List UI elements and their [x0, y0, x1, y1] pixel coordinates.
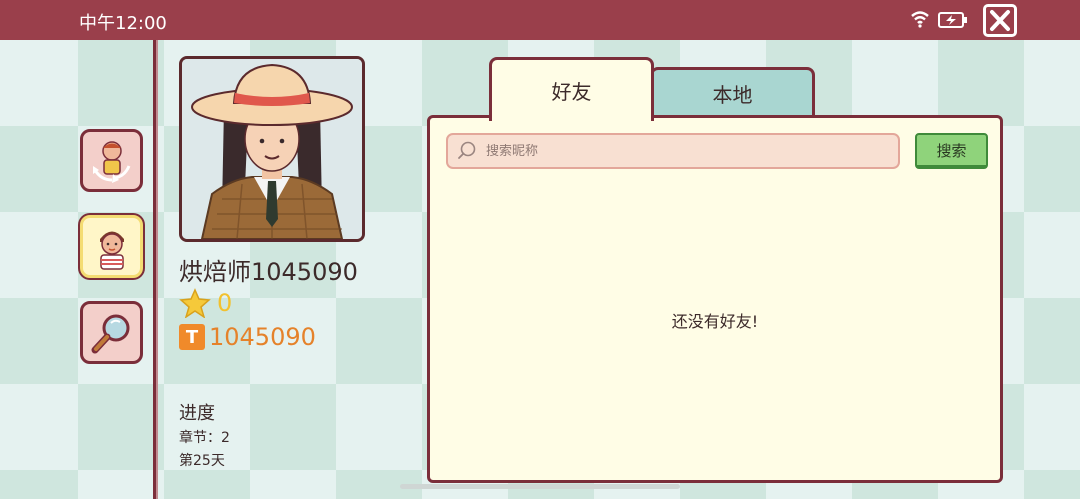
star-count: 0 [217, 289, 233, 317]
status-time: 中午12:00 [79, 13, 167, 34]
tab-friends[interactable]: 好友 [489, 57, 654, 121]
side-button-character-swap[interactable] [80, 129, 143, 192]
search-box[interactable] [446, 133, 900, 169]
magnifier-icon [91, 314, 129, 353]
id-badge-icon: T [179, 324, 205, 350]
search-input[interactable] [486, 143, 886, 159]
tab-local[interactable]: 本地 [650, 67, 815, 117]
profile-icon [99, 231, 124, 270]
wifi-icon [910, 10, 930, 32]
side-button-search[interactable] [80, 301, 143, 364]
empty-friends-message: 还没有好友! [671, 312, 759, 331]
player-avatar [179, 56, 365, 242]
close-icon [990, 10, 1010, 31]
character-swap-icon [92, 140, 130, 183]
scroll-indicator[interactable] [400, 484, 680, 489]
star-icon [179, 288, 211, 318]
chapter-text: 章节：2 [179, 430, 230, 446]
friends-panel: 搜索 还没有好友! [427, 115, 1003, 483]
search-button[interactable]: 搜索 [915, 133, 988, 169]
progress-title: 进度 [179, 403, 215, 424]
battery-charging-icon [938, 12, 968, 32]
side-button-profile[interactable] [80, 215, 143, 278]
player-id: 1045090 [209, 323, 316, 351]
close-button[interactable] [983, 4, 1017, 37]
player-name: 烘焙师1045090 [179, 258, 358, 286]
search-icon [458, 141, 476, 159]
star-count-row: 0 [179, 288, 232, 318]
vertical-divider [153, 40, 158, 499]
day-text: 第25天 [179, 453, 225, 469]
player-id-row: T 1045090 [179, 323, 316, 351]
status-bar: 中午12:00 [0, 0, 1080, 40]
